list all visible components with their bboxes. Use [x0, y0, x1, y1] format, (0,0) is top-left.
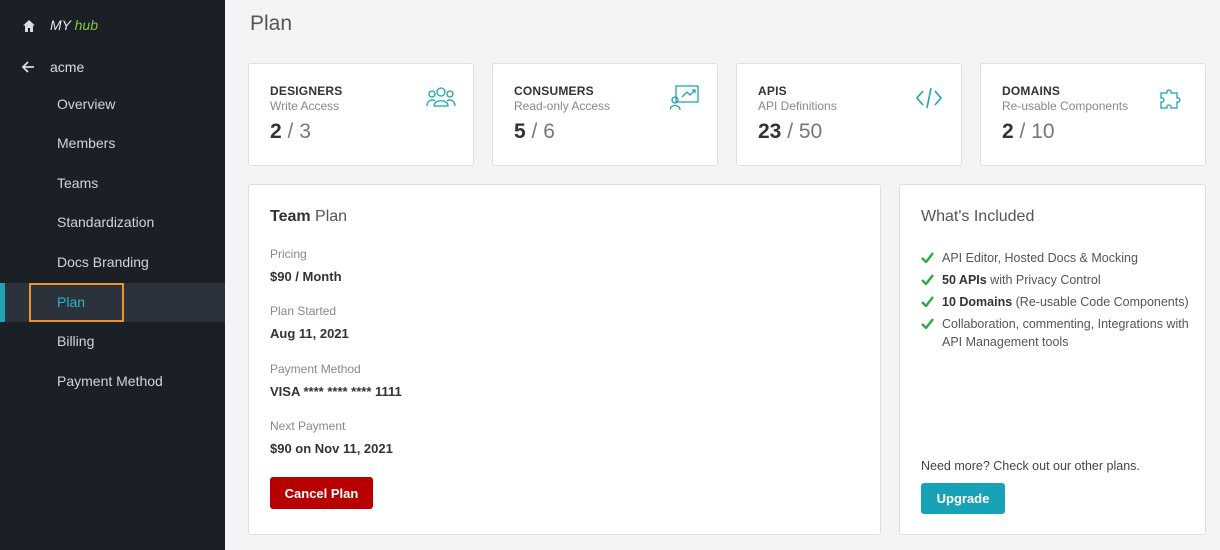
included-list: API Editor, Hosted Docs & Mocking 50 API… [921, 249, 1191, 355]
sidebar-brand-row[interactable]: MY hub [0, 0, 225, 52]
payment-method-value: VISA **** **** **** 1111 [270, 384, 402, 399]
plan-started-label: Plan Started [270, 304, 337, 318]
stat-card-consumers: CONSUMERS Read-only Access 5 / 6 [492, 63, 718, 166]
stat-title: DOMAINS [1002, 84, 1061, 98]
stat-subtitle: API Definitions [758, 99, 837, 113]
sidebar-item-label: Members [57, 135, 116, 151]
home-icon [23, 20, 35, 32]
pricing-label: Pricing [270, 247, 307, 261]
check-icon [921, 274, 934, 285]
plan-title: Team Plan [270, 208, 348, 225]
upgrade-button[interactable]: Upgrade [921, 483, 1005, 514]
list-item: 10 Domains (Re-usable Code Components) [921, 293, 1191, 311]
stat-subtitle: Write Access [270, 99, 340, 113]
brand-logo: MY hub [50, 17, 98, 33]
included-title: What's Included [921, 208, 1035, 225]
sidebar-item-billing[interactable]: Billing [0, 322, 225, 361]
sidebar-item-label: Payment Method [57, 373, 163, 389]
users-icon [426, 87, 456, 107]
included-card: What's Included API Editor, Hosted Docs … [899, 184, 1206, 535]
sidebar-item-teams[interactable]: Teams [0, 164, 225, 203]
org-back-link[interactable]: acme [0, 52, 225, 82]
list-item: Collaboration, commenting, Integrations … [921, 315, 1191, 351]
sidebar-item-label: Plan [57, 294, 86, 310]
plan-started-value: Aug 11, 2021 [270, 326, 349, 341]
check-icon [921, 318, 934, 329]
active-indicator [0, 283, 5, 322]
sidebar: MY hub acme Overview Members Teams Stand… [0, 0, 225, 550]
stat-subtitle: Read-only Access [514, 99, 611, 113]
stat-title: CONSUMERS [514, 84, 594, 98]
stat-value: 5 / 6 [514, 120, 555, 143]
list-item: 50 APIs with Privacy Control [921, 271, 1191, 289]
stat-value: 2 / 3 [270, 120, 311, 143]
sidebar-item-standardization[interactable]: Standardization [0, 203, 225, 242]
other-plans-text: Need more? Check out our other plans. [921, 459, 1140, 473]
stat-value: 23 / 50 [758, 120, 823, 143]
presentation-chart-icon [670, 85, 699, 111]
sidebar-item-label: Standardization [57, 214, 155, 230]
check-icon [921, 296, 934, 307]
stat-card-domains: DOMAINS Re-usable Components 2 / 10 [980, 63, 1206, 166]
org-name: acme [50, 59, 85, 75]
pricing-value: $90 / Month [270, 269, 342, 284]
payment-method-label: Payment Method [270, 362, 361, 376]
sidebar-item-label: Overview [57, 96, 116, 112]
stat-title: DESIGNERS [270, 84, 343, 98]
stat-subtitle: Re-usable Components [1002, 99, 1129, 113]
sidebar-item-docs-branding[interactable]: Docs Branding [0, 243, 225, 282]
list-item: API Editor, Hosted Docs & Mocking [921, 249, 1191, 267]
plan-card: Team Plan Pricing $90 / Month Plan Start… [248, 184, 881, 535]
next-payment-value: $90 on Nov 11, 2021 [270, 441, 393, 456]
arrow-left-icon [21, 61, 34, 73]
cancel-plan-button[interactable]: Cancel Plan [270, 477, 373, 509]
sidebar-item-label: Teams [57, 175, 99, 191]
sidebar-item-label: Docs Branding [57, 254, 149, 270]
sidebar-item-label: Billing [57, 333, 95, 349]
next-payment-label: Next Payment [270, 419, 346, 433]
sidebar-item-members[interactable]: Members [0, 124, 225, 163]
sidebar-item-plan[interactable]: Plan [0, 283, 225, 322]
page-title: Plan [250, 12, 293, 35]
puzzle-icon [1160, 89, 1181, 109]
stat-value: 2 / 10 [1002, 120, 1055, 143]
stat-card-designers: DESIGNERS Write Access 2 / 3 [248, 63, 474, 166]
stat-card-apis: APIS API Definitions 23 / 50 [736, 63, 962, 166]
check-icon [921, 252, 934, 263]
sidebar-item-overview[interactable]: Overview [0, 85, 225, 124]
sidebar-item-payment-method[interactable]: Payment Method [0, 362, 225, 401]
code-icon [915, 87, 943, 109]
stat-title: APIS [758, 84, 787, 98]
